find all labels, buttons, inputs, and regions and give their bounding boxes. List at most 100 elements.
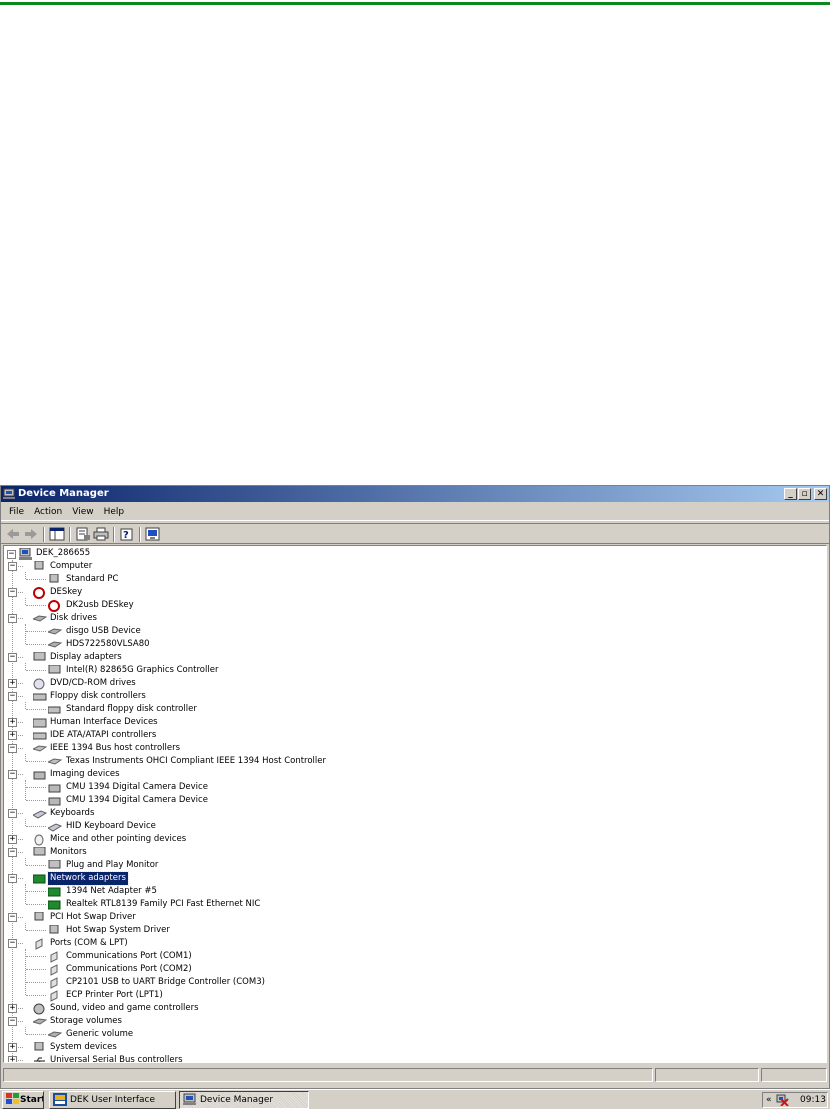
computer-icon (34, 1042, 44, 1051)
hid-icon (33, 718, 47, 728)
start-button[interactable]: Start (2, 1091, 44, 1109)
tree-device-hds722580vlsa80[interactable]: HDS722580VLSA80 (64, 638, 152, 651)
expand-toggle-ide-ata-atapi-controllers[interactable]: + (8, 731, 17, 740)
tree-category-deskey[interactable]: DESkey (48, 586, 84, 599)
expand-toggle-system-devices[interactable]: + (8, 1043, 17, 1052)
root-collapse-toggle[interactable]: − (7, 550, 16, 559)
menu-action[interactable]: Action (29, 503, 67, 521)
tree-category-storage-volumes[interactable]: Storage volumes (48, 1015, 124, 1028)
tree-category-ports-com-lpt[interactable]: Ports (COM & LPT) (48, 937, 130, 950)
forward-arrow-icon[interactable] (23, 527, 39, 541)
expand-toggle-dvd-cd-rom-drives[interactable]: + (8, 679, 17, 688)
collapse-toggle-pci-hot-swap-driver[interactable]: − (8, 913, 17, 922)
toolbar-separator (113, 527, 115, 542)
status-pane-secondary (655, 1068, 759, 1082)
expand-toggle-human-interface-devices[interactable]: + (8, 718, 17, 727)
properties-icon[interactable] (75, 527, 91, 541)
svg-text:?: ? (123, 530, 129, 541)
tree-device-texas-instruments-ohci-compliant-ieee-1394-host-controller[interactable]: Texas Instruments OHCI Compliant IEEE 13… (64, 755, 328, 768)
menu-view[interactable]: View (67, 503, 98, 521)
tree-branch-line (25, 702, 26, 709)
ieee1394-icon (48, 758, 62, 765)
tree-device-dk2usb-deskey[interactable]: DK2usb DESkey (64, 599, 136, 612)
tree-category-computer[interactable]: Computer (48, 560, 94, 573)
tree-device-1394-net-adapter-5[interactable]: 1394 Net Adapter #5 (64, 885, 159, 898)
tree-category-keyboards[interactable]: Keyboards (48, 807, 96, 820)
collapse-toggle-computer[interactable]: − (8, 562, 17, 571)
tree-device-cmu-1394-digital-camera-device[interactable]: CMU 1394 Digital Camera Device (64, 794, 210, 807)
tree-device-communications-port-com2[interactable]: Communications Port (COM2) (64, 963, 194, 976)
collapse-toggle-display-adapters[interactable]: − (8, 653, 17, 662)
expand-toggle-universal-serial-bus-controllers[interactable]: + (8, 1056, 17, 1062)
tree-root-computer-name[interactable]: DEK_286655 (34, 547, 92, 560)
tree-device-hot-swap-system-driver[interactable]: Hot Swap System Driver (64, 924, 172, 937)
tree-device-disgo-usb-device[interactable]: disgo USB Device (64, 625, 143, 638)
tray-expand-chevron[interactable]: « (766, 1093, 772, 1107)
tree-category-mice-and-other-pointing-devices[interactable]: Mice and other pointing devices (48, 833, 188, 846)
collapse-toggle-keyboards[interactable]: − (8, 809, 17, 818)
close-button[interactable]: ✕ (814, 488, 827, 500)
tree-branch-line (25, 858, 26, 865)
tree-category-sound-video-and-game-controllers[interactable]: Sound, video and game controllers (48, 1002, 201, 1015)
tree-device-generic-volume[interactable]: Generic volume (64, 1028, 135, 1041)
title-bar[interactable]: Device Manager _ ▫ ✕ (1, 486, 829, 502)
tree-device-standard-floppy-disk-controller[interactable]: Standard floppy disk controller (64, 703, 199, 716)
tree-category-system-devices[interactable]: System devices (48, 1041, 119, 1054)
deskey-icon: D (48, 600, 60, 612)
tree-category-network-adapters[interactable]: Network adapters (47, 871, 129, 886)
collapse-toggle-ieee-1394-bus-host-controllers[interactable]: − (8, 744, 17, 753)
menu-help[interactable]: Help (99, 503, 130, 521)
tree-connector (26, 787, 46, 788)
print-icon[interactable] (93, 527, 109, 541)
collapse-toggle-monitors[interactable]: − (8, 848, 17, 857)
tree-device-hid-keyboard-device[interactable]: HID Keyboard Device (64, 820, 158, 833)
back-arrow-icon[interactable] (5, 527, 21, 541)
tree-category-universal-serial-bus-controllers[interactable]: Universal Serial Bus controllers (48, 1054, 185, 1062)
tree-branch-line (25, 1027, 26, 1034)
collapse-toggle-storage-volumes[interactable]: − (8, 1017, 17, 1026)
tree-device-standard-pc[interactable]: Standard PC (64, 573, 120, 586)
tree-device-ecp-printer-port-lpt1[interactable]: ECP Printer Port (LPT1) (64, 989, 165, 1002)
tree-device-intel-r-82865g-graphics-controller[interactable]: Intel(R) 82865G Graphics Controller (64, 664, 220, 677)
tree-category-ieee-1394-bus-host-controllers[interactable]: IEEE 1394 Bus host controllers (48, 742, 182, 755)
menu-file[interactable]: File (4, 503, 29, 521)
show-hide-console-tree-icon[interactable] (49, 527, 65, 541)
tree-category-human-interface-devices[interactable]: Human Interface Devices (48, 716, 160, 729)
collapse-toggle-deskey[interactable]: − (8, 588, 17, 597)
deskey-icon: D (33, 587, 45, 599)
collapse-toggle-disk-drives[interactable]: − (8, 614, 17, 623)
expand-toggle-sound-video-and-game-controllers[interactable]: + (8, 1004, 17, 1013)
collapse-toggle-network-adapters[interactable]: − (8, 874, 17, 883)
collapse-toggle-floppy-disk-controllers[interactable]: − (8, 692, 17, 701)
scan-hardware-icon[interactable] (145, 527, 161, 541)
taskbar-button-device-manager[interactable]: Device Manager (179, 1091, 309, 1109)
status-pane-main (3, 1068, 653, 1082)
tree-category-imaging-devices[interactable]: Imaging devices (48, 768, 122, 781)
tree-category-dvd-cd-rom-drives[interactable]: DVD/CD-ROM drives (48, 677, 138, 690)
collapse-toggle-ports-com-lpt[interactable]: − (8, 939, 17, 948)
tree-category-monitors[interactable]: Monitors (48, 846, 89, 859)
network-card-icon (33, 874, 46, 884)
maximize-button[interactable]: ▫ (798, 488, 811, 500)
tree-connector (26, 605, 46, 606)
tree-device-plug-and-play-monitor[interactable]: Plug and Play Monitor (64, 859, 160, 872)
network-disconnected-icon[interactable] (776, 1094, 789, 1106)
device-manager-icon (3, 488, 15, 499)
tree-device-cp2101-usb-to-uart-bridge-controller-com3[interactable]: CP2101 USB to UART Bridge Controller (CO… (64, 976, 267, 989)
dek-app-icon (53, 1093, 67, 1106)
tree-device-communications-port-com1[interactable]: Communications Port (COM1) (64, 950, 194, 963)
ieee1394-icon (33, 745, 47, 752)
tree-device-realtek-rtl8139-family-pci-fast-ethernet-nic[interactable]: Realtek RTL8139 Family PCI Fast Ethernet… (64, 898, 262, 911)
collapse-toggle-imaging-devices[interactable]: − (8, 770, 17, 779)
tree-category-floppy-disk-controllers[interactable]: Floppy disk controllers (48, 690, 148, 703)
tree-category-ide-ata-atapi-controllers[interactable]: IDE ATA/ATAPI controllers (48, 729, 158, 742)
tree-category-pci-hot-swap-driver[interactable]: PCI Hot Swap Driver (48, 911, 138, 924)
tree-category-display-adapters[interactable]: Display adapters (48, 651, 124, 664)
help-icon[interactable]: ? (119, 527, 135, 541)
tree-device-cmu-1394-digital-camera-device[interactable]: CMU 1394 Digital Camera Device (64, 781, 210, 794)
tree-category-disk-drives[interactable]: Disk drives (48, 612, 99, 625)
expand-toggle-mice-and-other-pointing-devices[interactable]: + (8, 835, 17, 844)
minimize-button[interactable]: _ (784, 488, 797, 500)
keyboard-icon (48, 823, 62, 832)
taskbar-button-dek-user-interface[interactable]: DEK User Interface (49, 1091, 176, 1109)
